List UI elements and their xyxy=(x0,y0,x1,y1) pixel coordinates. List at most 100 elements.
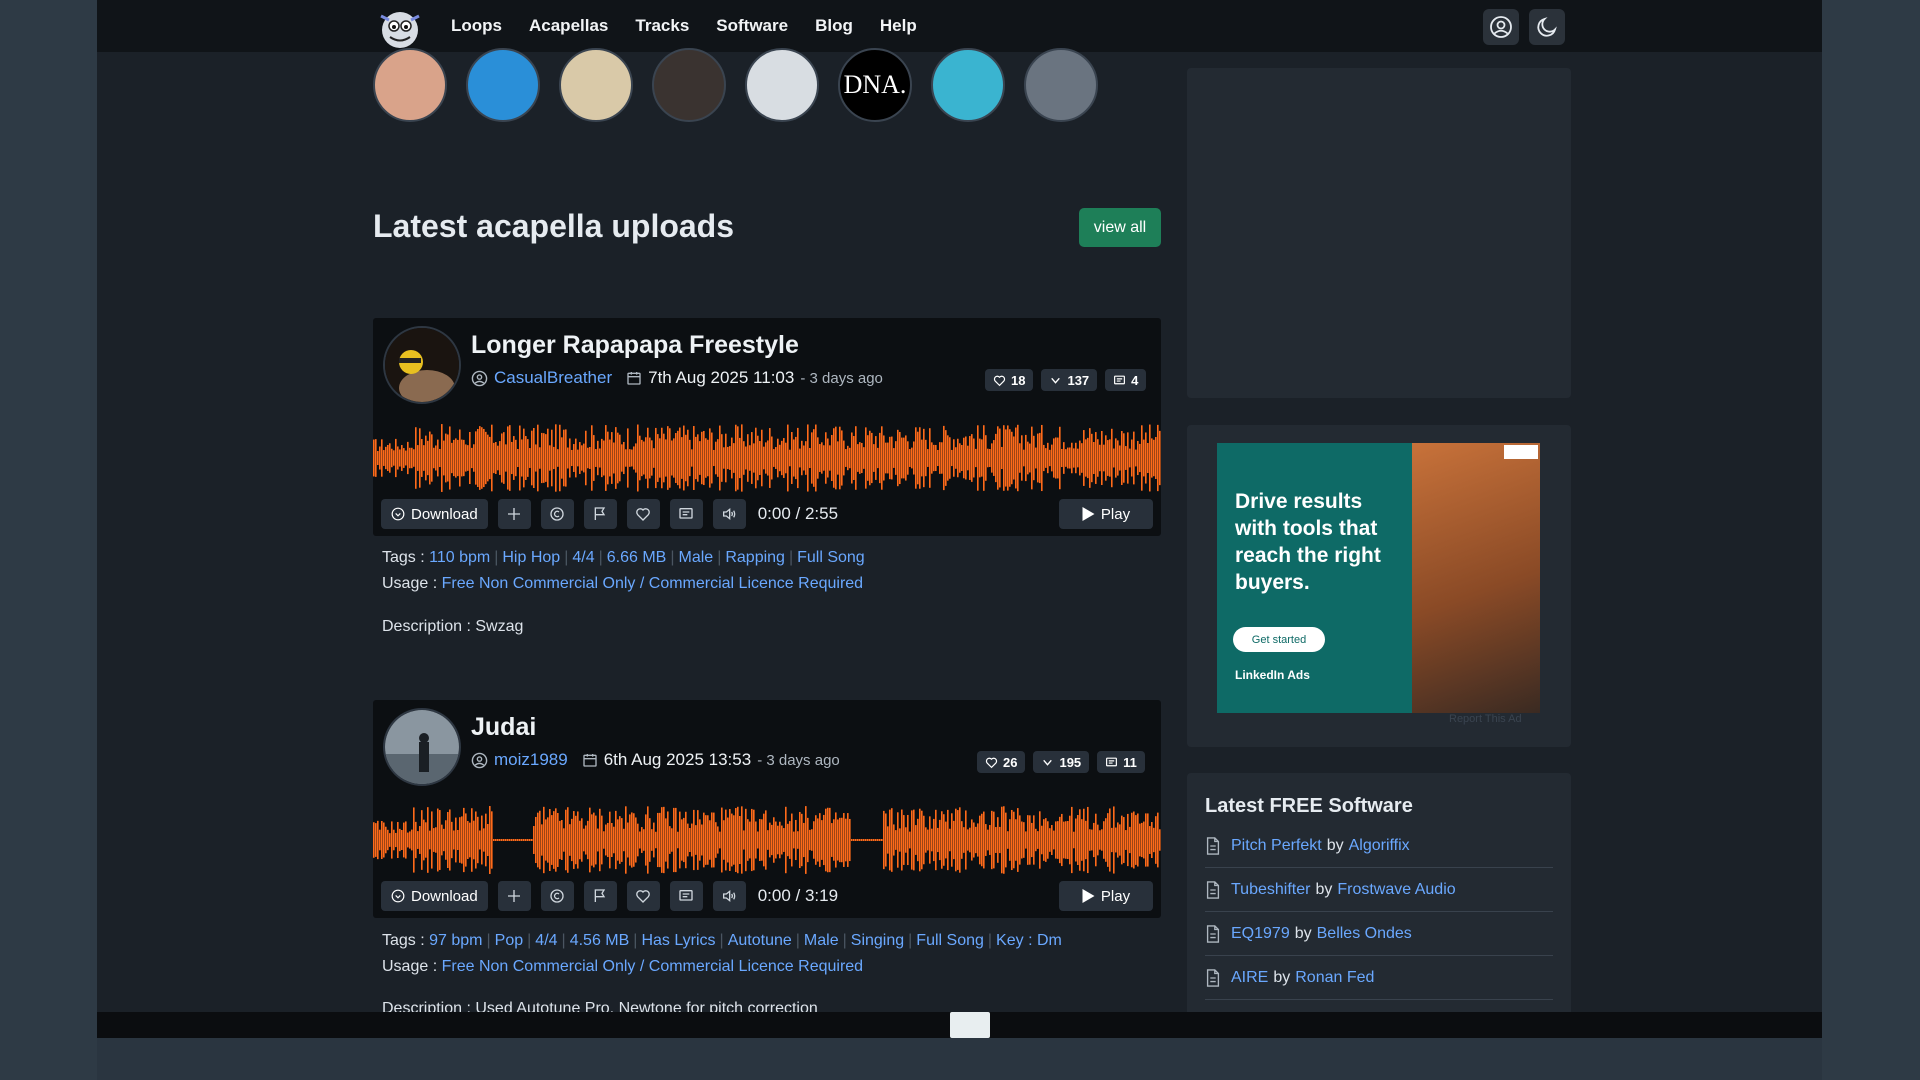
uploader-avatar[interactable] xyxy=(383,326,461,404)
heart-icon xyxy=(636,508,651,521)
tag-link[interactable]: 6.66 MB xyxy=(607,549,667,566)
waveform-bar xyxy=(1115,438,1117,478)
tag-link[interactable]: Has Lyrics xyxy=(641,932,715,949)
featured-user-avatar[interactable] xyxy=(466,48,540,122)
upload-title[interactable]: Judai xyxy=(471,713,536,742)
featured-user-avatar[interactable]: DNA. xyxy=(838,48,912,122)
waveform-bar xyxy=(1021,435,1023,481)
software-author-link[interactable]: Belles Ondes xyxy=(1317,925,1412,943)
nav-software[interactable]: Software xyxy=(716,16,788,36)
tag-link[interactable]: Hip Hop xyxy=(502,549,560,566)
ad-banner[interactable]: Drive results with tools that reach the … xyxy=(1217,443,1540,713)
uploader-link[interactable]: CasualBreather xyxy=(494,368,612,388)
comment-button[interactable] xyxy=(669,881,703,911)
play-button[interactable]: Play xyxy=(1059,881,1153,911)
nav-blog[interactable]: Blog xyxy=(815,16,853,36)
featured-user-avatar[interactable] xyxy=(373,48,447,122)
waveform-bar xyxy=(957,438,959,478)
usage-link[interactable]: Free Non Commercial Only / Commercial Li… xyxy=(442,575,863,592)
tag-link[interactable]: 97 bpm xyxy=(429,932,482,949)
featured-user-avatar[interactable] xyxy=(745,48,819,122)
waveform-bar xyxy=(783,438,785,478)
tag-link[interactable]: Autotune xyxy=(728,932,792,949)
download-button[interactable]: Download xyxy=(381,881,488,911)
waveform-bar xyxy=(699,441,701,475)
nav-help[interactable]: Help xyxy=(880,16,917,36)
tag-link[interactable]: Singing xyxy=(851,932,904,949)
waveform-bar xyxy=(1109,439,1111,477)
comments-badge[interactable]: 4 xyxy=(1105,369,1147,391)
featured-user-avatar[interactable] xyxy=(652,48,726,122)
tag-link[interactable]: Full Song xyxy=(916,932,984,949)
featured-user-avatar[interactable] xyxy=(931,48,1005,122)
account-button[interactable] xyxy=(1483,9,1519,45)
software-author-link[interactable]: Algoriffix xyxy=(1349,837,1410,855)
tag-separator: | xyxy=(527,932,532,949)
view-all-button[interactable]: view all xyxy=(1079,208,1161,247)
site-logo[interactable] xyxy=(375,6,425,54)
tag-link[interactable]: Rapping xyxy=(725,549,785,566)
tag-link[interactable]: 110 bpm xyxy=(429,549,490,566)
add-to-list-button[interactable] xyxy=(497,499,531,529)
uploader-link[interactable]: moiz1989 xyxy=(494,750,568,770)
likes-badge[interactable]: 26 xyxy=(977,751,1026,773)
ad-cta-button[interactable]: Get started xyxy=(1233,627,1325,652)
report-button[interactable] xyxy=(583,881,617,911)
featured-user-avatar[interactable] xyxy=(1024,48,1098,122)
tag-link[interactable]: 4/4 xyxy=(535,932,557,949)
waveform-bar xyxy=(1127,432,1129,484)
waveform-bar xyxy=(989,825,991,855)
bottom-badge-icon[interactable] xyxy=(950,1012,990,1038)
software-author-link[interactable]: Frostwave Audio xyxy=(1337,881,1455,899)
waveform-bar xyxy=(797,427,799,489)
waveform-bar xyxy=(665,818,667,862)
featured-user-avatar[interactable] xyxy=(559,48,633,122)
adchoices-icon[interactable] xyxy=(1504,445,1538,459)
nav-loops[interactable]: Loops xyxy=(451,16,502,36)
volume-button[interactable] xyxy=(712,499,746,529)
software-name-link[interactable]: Tubeshifter xyxy=(1231,881,1310,899)
volume-button[interactable] xyxy=(712,881,746,911)
report-ad-link[interactable]: Report This Ad xyxy=(1449,713,1522,725)
software-name-link[interactable]: Pitch Perfekt xyxy=(1231,837,1322,855)
waveform[interactable] xyxy=(373,418,1161,498)
report-button[interactable] xyxy=(583,499,617,529)
waveform-bar xyxy=(855,839,857,841)
nav-acapellas[interactable]: Acapellas xyxy=(529,16,608,36)
software-name-link[interactable]: EQ1979 xyxy=(1231,925,1290,943)
waveform-bar xyxy=(575,815,577,865)
waveform-bar xyxy=(961,444,963,472)
waveform-bar xyxy=(1067,820,1069,860)
tag-link[interactable]: 4.56 MB xyxy=(570,932,630,949)
software-list-item: AIRE by Ronan Fed xyxy=(1205,956,1553,1000)
favourite-button[interactable] xyxy=(626,881,660,911)
upload-title[interactable]: Longer Rapapapa Freestyle xyxy=(471,331,799,360)
software-author-link[interactable]: Ronan Fed xyxy=(1295,969,1374,987)
waveform-bar xyxy=(847,445,849,471)
software-name-link[interactable]: AIRE xyxy=(1231,969,1268,987)
tag-link[interactable]: Pop xyxy=(495,932,523,949)
license-button[interactable] xyxy=(540,499,574,529)
usage-link[interactable]: Free Non Commercial Only / Commercial Li… xyxy=(442,958,863,975)
download-button[interactable]: Download xyxy=(381,499,488,529)
license-button[interactable] xyxy=(540,881,574,911)
theme-toggle-button[interactable] xyxy=(1529,9,1565,45)
nav-tracks[interactable]: Tracks xyxy=(635,16,689,36)
tag-link[interactable]: Full Song xyxy=(797,549,865,566)
waveform-bar xyxy=(1037,831,1039,849)
tag-link[interactable]: Male xyxy=(804,932,839,949)
tag-link[interactable]: Key : Dm xyxy=(996,932,1062,949)
favourite-button[interactable] xyxy=(626,499,660,529)
uploader-avatar[interactable] xyxy=(383,708,461,786)
likes-badge[interactable]: 18 xyxy=(985,369,1034,391)
comments-badge[interactable]: 11 xyxy=(1097,751,1145,773)
play-button[interactable]: Play xyxy=(1059,499,1153,529)
waveform-bar xyxy=(1109,808,1111,872)
waveform[interactable] xyxy=(373,800,1161,880)
add-to-list-button[interactable] xyxy=(497,881,531,911)
waveform-bar xyxy=(677,831,679,849)
tag-link[interactable]: 4/4 xyxy=(572,549,594,566)
tag-link[interactable]: Male xyxy=(679,549,714,566)
waveform-bar xyxy=(1005,812,1007,868)
comment-button[interactable] xyxy=(669,499,703,529)
